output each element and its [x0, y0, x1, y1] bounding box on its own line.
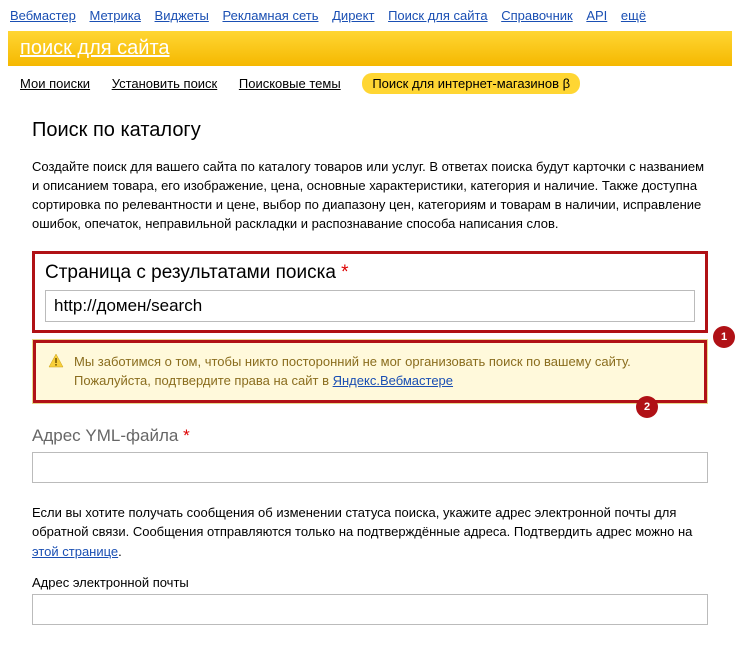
- search-page-input[interactable]: [45, 290, 695, 322]
- topnav-more-link[interactable]: ещё: [621, 8, 646, 23]
- warning-section: Мы заботимся о том, чтобы никто посторон…: [32, 339, 708, 403]
- topnav-link[interactable]: Виджеты: [155, 8, 209, 23]
- topnav-link[interactable]: Директ: [332, 8, 374, 23]
- required-star: *: [341, 262, 348, 283]
- required-star: *: [183, 426, 190, 445]
- email-label: Адрес электронной почты: [32, 575, 708, 590]
- subnav-link[interactable]: Мои поиски: [20, 76, 90, 91]
- confirm-page-link[interactable]: этой странице: [32, 544, 118, 559]
- topnav-link[interactable]: API: [586, 8, 607, 23]
- main-content: Поиск по каталогу Создайте поиск для ваш…: [0, 119, 740, 665]
- email-input[interactable]: [32, 594, 708, 625]
- annotation-marker-2: 2: [636, 396, 658, 418]
- top-nav: Вебмастер Метрика Виджеты Рекламная сеть…: [0, 0, 740, 31]
- topnav-link[interactable]: Метрика: [89, 8, 140, 23]
- yml-input[interactable]: [32, 452, 708, 483]
- topnav-link[interactable]: Вебмастер: [10, 8, 76, 23]
- sub-nav: Мои поиски Установить поиск Поисковые те…: [8, 66, 732, 105]
- subnav-link[interactable]: Поисковые темы: [239, 76, 341, 91]
- warning-icon: [48, 353, 64, 372]
- warning-text: Мы заботимся о том, чтобы никто посторон…: [74, 353, 692, 389]
- heading: Поиск по каталогу: [32, 119, 708, 142]
- description-text: Создайте поиск для вашего сайта по катал…: [32, 158, 708, 233]
- subnav-link[interactable]: Установить поиск: [112, 76, 218, 91]
- topnav-link[interactable]: Справочник: [501, 8, 573, 23]
- page-title-bar: поиск для сайта: [8, 31, 732, 66]
- search-page-label: Страница с результатами поиска *: [45, 262, 695, 284]
- page-title-link[interactable]: поиск для сайта: [20, 37, 170, 60]
- subnav-pill[interactable]: Поиск для интернет-магазинов β: [362, 73, 580, 94]
- webmaster-link[interactable]: Яндекс.Вебмастере: [333, 373, 453, 388]
- topnav-link[interactable]: Рекламная сеть: [222, 8, 318, 23]
- email-info-text: Если вы хотите получать сообщения об изм…: [32, 503, 708, 562]
- topnav-link[interactable]: Поиск для сайта: [388, 8, 488, 23]
- search-page-section: Страница с результатами поиска * 1: [32, 251, 708, 333]
- annotation-marker-1: 1: [713, 326, 735, 348]
- yml-label: Адрес YML-файла *: [32, 426, 708, 446]
